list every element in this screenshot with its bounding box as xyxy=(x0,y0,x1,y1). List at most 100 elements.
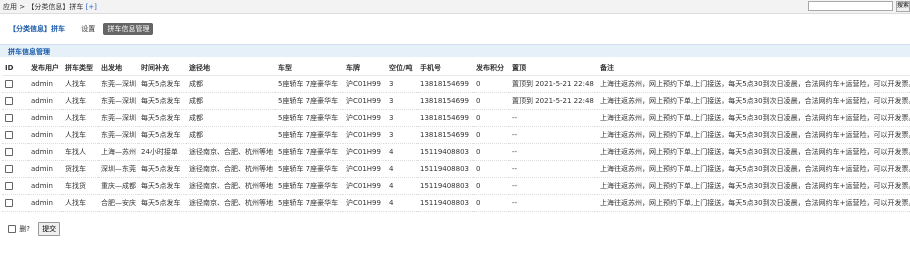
col-seats: 空位/吨 xyxy=(386,61,417,76)
cell-time: 每天5点发车 xyxy=(138,177,186,195)
cell-top: -- xyxy=(509,194,597,212)
cell-route: 深圳—东莞 xyxy=(98,160,138,178)
col-note: 备注 xyxy=(597,61,910,76)
cell-time: 每天5点发车 xyxy=(138,194,186,212)
expand-link[interactable]: [+] xyxy=(86,3,97,11)
table-row: admin 人找车 合肥—安庆 每天5点发车 途径南京、合肥、杭州等地 5座轿车 7座豪华… xyxy=(2,194,910,212)
cell-plate: 沪C01H99 xyxy=(343,160,386,178)
row-checkbox[interactable] xyxy=(5,80,13,88)
cell-car: 5座轿车 7座豪华车 xyxy=(275,177,343,195)
table-row: admin 人找车 东莞—深圳 每天5点发车 成都 5座轿车 7座豪华车 沪C01H99 3 1… xyxy=(2,109,910,127)
cell-seats: 4 xyxy=(386,177,417,195)
cell-plate: 沪C01H99 xyxy=(343,177,386,195)
delete-label: 删? xyxy=(19,225,30,233)
cell-note: 上海往返苏州，网上预约下单,上门接送，每天5点30到次日凌晨，合法网约车+运营险… xyxy=(597,177,910,195)
cell-points: 0 xyxy=(473,75,509,93)
cell-points: 0 xyxy=(473,126,509,144)
cell-via: 成都 xyxy=(186,75,275,93)
cell-seats: 4 xyxy=(386,143,417,161)
cell-time: 每天5点发车 xyxy=(138,109,186,127)
cell-plate: 沪C01H99 xyxy=(343,194,386,212)
cell-car: 5座轿车 7座豪华车 xyxy=(275,194,343,212)
cell-seats: 3 xyxy=(386,126,417,144)
tab-bar: 【分类信息】拼车 设置 拼车信息管理 xyxy=(9,23,154,35)
cell-phone: 13818154699 xyxy=(417,109,473,127)
cell-route: 东莞—深圳 xyxy=(98,109,138,127)
cell-phone: 13818154699 xyxy=(417,75,473,93)
row-checkbox[interactable] xyxy=(5,131,13,139)
cell-type: 人找车 xyxy=(62,75,98,93)
cell-seats: 3 xyxy=(386,92,417,110)
cell-note: 上海往返苏州，网上预约下单,上门接送，每天5点30到次日凌晨，合法网约车+运营险… xyxy=(597,160,910,178)
cell-car: 5座轿车 7座豪华车 xyxy=(275,109,343,127)
cell-type: 人找车 xyxy=(62,92,98,110)
top-bar: 应用 > 【分类信息】拼车 [+] 搜索 xyxy=(0,0,910,14)
cell-route: 东莞—深圳 xyxy=(98,75,138,93)
tab-app-title[interactable]: 【分类信息】拼车 xyxy=(9,24,65,34)
row-checkbox[interactable] xyxy=(5,199,13,207)
row-select-cell xyxy=(2,143,28,161)
cell-user: admin xyxy=(28,126,62,144)
cell-via: 途径南京、合肥、杭州等地 xyxy=(186,160,275,178)
cell-points: 0 xyxy=(473,109,509,127)
cell-note: 上海往返苏州，网上预约下单,上门接送，每天5点30到次日凌晨，合法网约车+运营险… xyxy=(597,143,910,161)
breadcrumb-text: 应用 > 【分类信息】拼车 xyxy=(3,3,84,11)
cell-note: 上海往返苏州，网上预约下单,上门接送，每天5点30到次日凌晨，合法网约车+运营险… xyxy=(597,126,910,144)
breadcrumb: 应用 > 【分类信息】拼车 [+] xyxy=(3,2,97,12)
cell-via: 途径南京、合肥、杭州等地 xyxy=(186,194,275,212)
row-checkbox[interactable] xyxy=(5,97,13,105)
cell-car: 5座轿车 7座豪华车 xyxy=(275,160,343,178)
cell-top: -- xyxy=(509,160,597,178)
table-row: admin 货找车 深圳—东莞 每天5点发车 途径南京、合肥、杭州等地 5座轿车 7座豪华… xyxy=(2,160,910,178)
cell-route: 合肥—安庆 xyxy=(98,194,138,212)
cell-note: 上海往返苏州，网上预约下单,上门接送，每天5点30到次日凌晨，合法网约车+运营险… xyxy=(597,75,910,93)
col-id: ID xyxy=(2,61,28,76)
cell-user: admin xyxy=(28,177,62,195)
cell-seats: 3 xyxy=(386,109,417,127)
cell-car: 5座轿车 7座豪华车 xyxy=(275,126,343,144)
delete-checkbox[interactable] xyxy=(8,225,16,233)
row-checkbox[interactable] xyxy=(5,182,13,190)
col-route: 出发地 xyxy=(98,61,138,76)
cell-seats: 4 xyxy=(386,160,417,178)
cell-seats: 4 xyxy=(386,194,417,212)
tab-carpool-manage[interactable]: 拼车信息管理 xyxy=(103,23,154,35)
tab-settings[interactable]: 设置 xyxy=(81,24,95,34)
cell-user: admin xyxy=(28,143,62,161)
row-select-cell xyxy=(2,109,28,127)
col-via: 途径地 xyxy=(186,61,275,76)
table-row: admin 车找人 上海—苏州 24小时接单 途径南京、合肥、杭州等地 5座轿车 7座豪华… xyxy=(2,143,910,161)
row-select-cell xyxy=(2,160,28,178)
table-row: admin 人找车 东莞—深圳 每天5点发车 成都 5座轿车 7座豪华车 沪C01H99 3 1… xyxy=(2,92,910,110)
cell-plate: 沪C01H99 xyxy=(343,109,386,127)
search-button[interactable]: 搜索 xyxy=(896,1,910,12)
row-select-cell xyxy=(2,194,28,212)
cell-car: 5座轿车 7座豪华车 xyxy=(275,143,343,161)
cell-type: 人找车 xyxy=(62,194,98,212)
cell-route: 东莞—深圳 xyxy=(98,92,138,110)
row-checkbox[interactable] xyxy=(5,165,13,173)
cell-time: 每天5点发车 xyxy=(138,75,186,93)
cell-route: 东莞—深圳 xyxy=(98,126,138,144)
cell-user: admin xyxy=(28,194,62,212)
row-checkbox[interactable] xyxy=(5,148,13,156)
cell-plate: 沪C01H99 xyxy=(343,75,386,93)
cell-route: 上海—苏州 xyxy=(98,143,138,161)
cell-plate: 沪C01H99 xyxy=(343,92,386,110)
cell-car: 5座轿车 7座豪华车 xyxy=(275,92,343,110)
submit-button[interactable]: 提交 xyxy=(38,222,61,236)
cell-note: 上海往返苏州，网上预约下单,上门接送，每天5点30到次日凌晨，合法网约车+运营险… xyxy=(597,109,910,127)
cell-via: 成都 xyxy=(186,92,275,110)
cell-top: -- xyxy=(509,109,597,127)
table-row: admin 人找车 东莞—深圳 每天5点发车 成都 5座轿车 7座豪华车 沪C01H99 3 1… xyxy=(2,75,910,93)
cell-phone: 15119408803 xyxy=(417,143,473,161)
table-row: admin 人找车 东莞—深圳 每天5点发车 成都 5座轿车 7座豪华车 沪C01H99 3 1… xyxy=(2,126,910,144)
cell-type: 人找车 xyxy=(62,126,98,144)
section-title: 拼车信息管理 xyxy=(8,48,50,56)
row-checkbox[interactable] xyxy=(5,114,13,122)
cell-top: -- xyxy=(509,143,597,161)
cell-points: 0 xyxy=(473,160,509,178)
cell-plate: 沪C01H99 xyxy=(343,126,386,144)
cell-type: 车找货 xyxy=(62,177,98,195)
search-input[interactable] xyxy=(808,1,893,11)
